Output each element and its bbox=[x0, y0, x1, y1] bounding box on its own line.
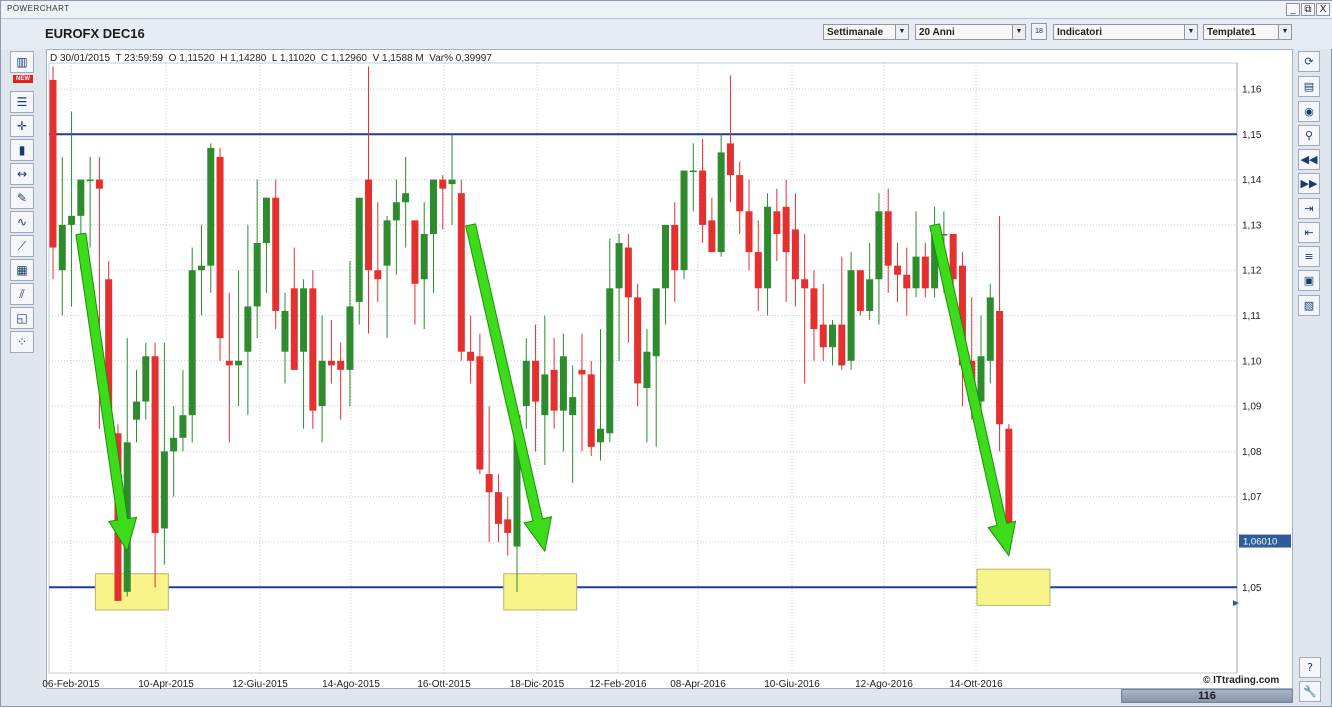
layout-icon: ▥ bbox=[16, 55, 28, 69]
camera-icon: ◉ bbox=[1304, 105, 1314, 118]
indicators-label: Indicatori bbox=[1057, 27, 1103, 38]
chevron-down-icon: ▼ bbox=[1184, 25, 1197, 39]
chart-scrollbar[interactable]: 116 bbox=[1121, 689, 1293, 703]
wrench-icon: 🔧 bbox=[1303, 685, 1317, 698]
chevron-down-icon: ▼ bbox=[1012, 25, 1025, 39]
crosshair-button[interactable]: ✛ bbox=[10, 115, 34, 137]
ohlc-info-bar: D 30/01/2015 T 23:59:59 O 1,11520 H 1,14… bbox=[50, 53, 492, 64]
fibonacci-button[interactable]: ⟋ bbox=[10, 235, 34, 257]
new-badge: NEW bbox=[13, 75, 33, 83]
zoom-region-icon: ◱ bbox=[16, 311, 28, 325]
info-low: L 1,11020 bbox=[271, 53, 316, 64]
text-tool-button[interactable]: ✎ bbox=[10, 187, 34, 209]
pattern-icon: ⁘ bbox=[16, 335, 28, 349]
layout-button[interactable]: ▥ bbox=[10, 51, 34, 73]
help-icon: ? bbox=[1307, 661, 1313, 674]
info-open: O 1,11520 bbox=[168, 53, 215, 64]
candle-button[interactable]: ▮ bbox=[10, 139, 34, 161]
info-date: D 30/01/2015 bbox=[50, 53, 111, 64]
info-close: C 1,12960 bbox=[320, 53, 367, 64]
right-toolbar: ⟳ ▤ ◉ ⚲ ◀◀ ▶▶ ⇥ ⇤ ≡ ▣ ▧ bbox=[1298, 51, 1324, 321]
save-icon: ▤ bbox=[1303, 80, 1315, 93]
template-value: Template1 bbox=[1207, 27, 1256, 38]
crosshair-icon: ✛ bbox=[16, 119, 28, 133]
list-button[interactable]: ≡ bbox=[1298, 246, 1320, 267]
layout-icon: ▣ bbox=[1303, 274, 1315, 287]
channel-button[interactable]: ⫽ bbox=[10, 283, 34, 305]
save-button[interactable]: ▤ bbox=[1298, 76, 1320, 97]
scroll-value: 116 bbox=[1198, 690, 1216, 702]
contract-button[interactable]: ⇤ bbox=[1298, 222, 1320, 243]
zoom-region-button[interactable]: ◱ bbox=[10, 307, 34, 329]
expand-icon: ⇥ bbox=[1304, 202, 1314, 215]
channel-icon: ⫽ bbox=[19, 287, 25, 301]
range-value: 20 Anni bbox=[919, 27, 955, 38]
calendar-button[interactable]: 18 bbox=[1031, 23, 1047, 40]
info-high: H 1,14280 bbox=[220, 53, 267, 64]
indicators-dropdown[interactable]: Indicatori ▼ bbox=[1053, 24, 1198, 40]
list-icon: ≡ bbox=[1304, 250, 1314, 263]
fibonacci-icon: ⟋ bbox=[17, 239, 27, 253]
chart-header: EUROFX DEC16 Settimanale ▼ 20 Anni ▼ 18 … bbox=[1, 19, 1332, 49]
trendline-button[interactable]: ∿ bbox=[10, 211, 34, 233]
copyright-credit: © ITtrading.com bbox=[1203, 675, 1280, 686]
range-dropdown[interactable]: 20 Anni ▼ bbox=[915, 24, 1026, 40]
horizontal-line-button[interactable]: ↔ bbox=[10, 163, 34, 185]
refresh-button[interactable]: ⟳ bbox=[1298, 51, 1320, 72]
template-dropdown[interactable]: Template1 ▼ bbox=[1203, 24, 1292, 40]
horizontal-line-icon: ↔ bbox=[16, 167, 28, 181]
rewind-icon: ◀◀ bbox=[1300, 153, 1318, 166]
grid-button[interactable]: ▦ bbox=[10, 259, 34, 281]
fast-forward-button[interactable]: ▶▶ bbox=[1298, 173, 1320, 194]
window-title: POWERCHART bbox=[7, 4, 70, 13]
rewind-button[interactable]: ◀◀ bbox=[1298, 149, 1320, 170]
pattern-button[interactable]: ⁘ bbox=[10, 331, 34, 353]
fast-forward-icon: ▶▶ bbox=[1300, 177, 1318, 190]
notes-button[interactable]: ▧ bbox=[1298, 295, 1320, 316]
refresh-icon: ⟳ bbox=[1304, 55, 1314, 68]
help-button[interactable]: ? bbox=[1299, 657, 1321, 678]
period-dropdown[interactable]: Settimanale ▼ bbox=[823, 24, 909, 40]
grid-icon: ▦ bbox=[16, 263, 28, 277]
bar-style-button[interactable]: ☰ bbox=[10, 91, 34, 113]
restore-button[interactable]: ⧉ bbox=[1301, 3, 1315, 16]
candle-icon: ▮ bbox=[18, 143, 26, 157]
search-icon: ⚲ bbox=[1304, 129, 1314, 142]
chevron-down-icon: ▼ bbox=[895, 25, 908, 39]
settings-button[interactable]: 🔧 bbox=[1299, 681, 1321, 702]
bar-style-icon: ☰ bbox=[16, 95, 28, 109]
contract-icon: ⇤ bbox=[1304, 226, 1314, 239]
symbol-title: EUROFX DEC16 bbox=[45, 26, 145, 41]
calendar-icon: 18 bbox=[1035, 28, 1043, 35]
panel-layout-button[interactable]: ▣ bbox=[1298, 270, 1320, 291]
left-toolbar: ▥ NEW ☰ ✛ ▮ ↔ ✎ ∿ ⟋ ▦ ⫽ ◱ ⁘ bbox=[10, 51, 36, 363]
chevron-down-icon: ▼ bbox=[1278, 25, 1291, 39]
minimize-button[interactable]: _ bbox=[1286, 3, 1300, 16]
zoom-button[interactable]: ⚲ bbox=[1298, 125, 1320, 146]
info-volume: V 1,1588 M bbox=[372, 53, 424, 64]
notes-icon: ▧ bbox=[1303, 299, 1315, 312]
chart-area[interactable] bbox=[46, 49, 1293, 689]
title-bar: POWERCHART _ ⧉ X bbox=[1, 1, 1332, 19]
expand-button[interactable]: ⇥ bbox=[1298, 198, 1320, 219]
close-button[interactable]: X bbox=[1316, 3, 1330, 16]
info-var: Var% 0,39997 bbox=[429, 53, 492, 64]
trendline-icon: ∿ bbox=[16, 215, 28, 229]
info-time: T 23:59:59 bbox=[115, 53, 164, 64]
period-value: Settimanale bbox=[827, 27, 884, 38]
snapshot-button[interactable]: ◉ bbox=[1298, 101, 1320, 122]
text-tool-icon: ✎ bbox=[16, 191, 28, 205]
app-window: POWERCHART _ ⧉ X EUROFX DEC16 Settimanal… bbox=[0, 0, 1332, 707]
